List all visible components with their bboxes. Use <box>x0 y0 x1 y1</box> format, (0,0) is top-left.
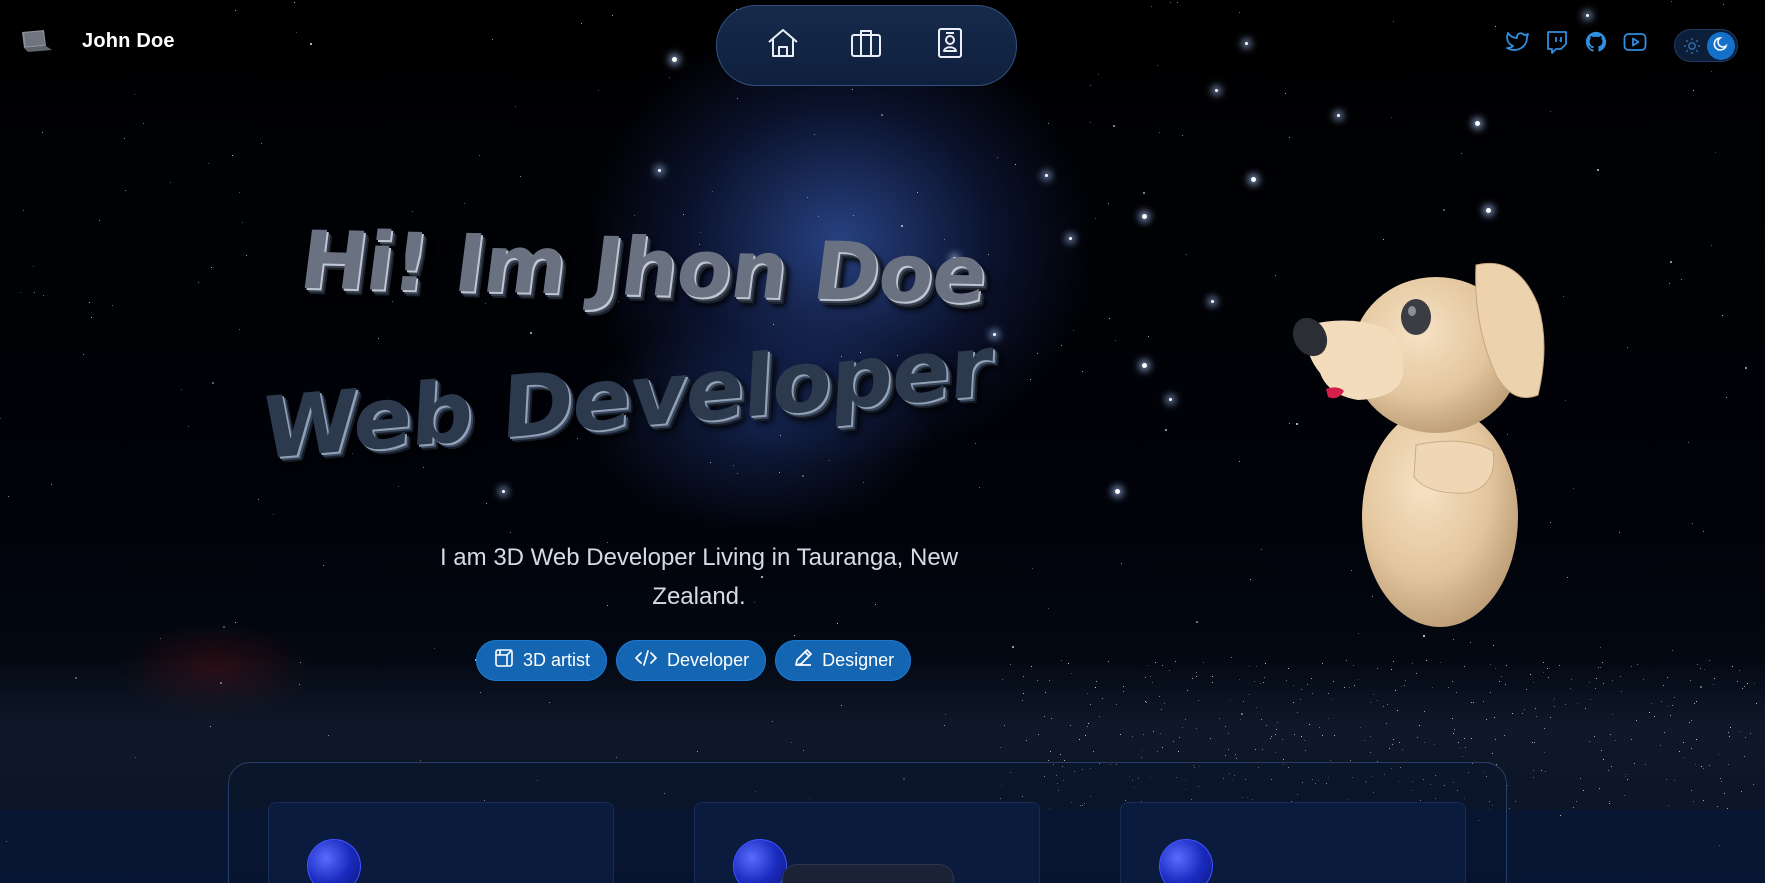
tag-label: 3D artist <box>523 650 591 670</box>
github-icon <box>1585 31 1607 58</box>
contact-card-icon <box>936 27 964 64</box>
tag-label: Developer <box>667 650 750 670</box>
project-card[interactable] <box>268 802 614 883</box>
code-icon <box>634 649 658 672</box>
laptop-icon <box>18 28 54 54</box>
tag-designer[interactable]: Designer <box>775 640 912 681</box>
youtube-icon <box>1623 32 1647 57</box>
home-icon <box>766 27 800 64</box>
cube-icon <box>494 648 514 673</box>
globe-icon <box>307 839 361 883</box>
twitch-icon <box>1546 30 1568 59</box>
main-nav <box>716 5 1017 86</box>
twitter-link[interactable] <box>1506 31 1530 58</box>
twitch-link[interactable] <box>1545 30 1569 59</box>
social-links <box>1506 30 1647 59</box>
theme-knob <box>1707 32 1735 60</box>
project-card[interactable] <box>1120 802 1466 883</box>
brand[interactable]: John Doe <box>18 28 175 54</box>
nav-about-button[interactable] <box>926 22 974 70</box>
globe-icon <box>1159 839 1213 883</box>
site-name: John Doe <box>82 29 175 52</box>
twitter-icon <box>1506 31 1530 58</box>
hero-intro: I am 3D Web Developer Living in Tauranga… <box>439 544 959 610</box>
nav-work-button[interactable] <box>842 22 890 70</box>
sun-icon <box>1683 37 1701 55</box>
theme-toggle[interactable] <box>1674 29 1738 62</box>
youtube-link[interactable] <box>1623 32 1647 56</box>
tag-developer[interactable]: Developer <box>616 640 767 681</box>
nav-home-button[interactable] <box>759 22 807 70</box>
globe-icon <box>733 839 787 883</box>
role-tags: 3D artist Developer Designer <box>476 640 912 681</box>
pencil-icon <box>793 648 813 673</box>
briefcase-icon <box>850 28 882 63</box>
floating-toolbar[interactable] <box>782 864 954 883</box>
moon-icon <box>1713 36 1729 57</box>
dog-3d-model[interactable] <box>1288 255 1588 635</box>
tag-label: Designer <box>822 650 895 670</box>
tag-3d-artist[interactable]: 3D artist <box>476 640 608 681</box>
hero-title-line1: Hi! Im Jhon Doe <box>295 213 992 322</box>
github-link[interactable] <box>1584 31 1608 58</box>
